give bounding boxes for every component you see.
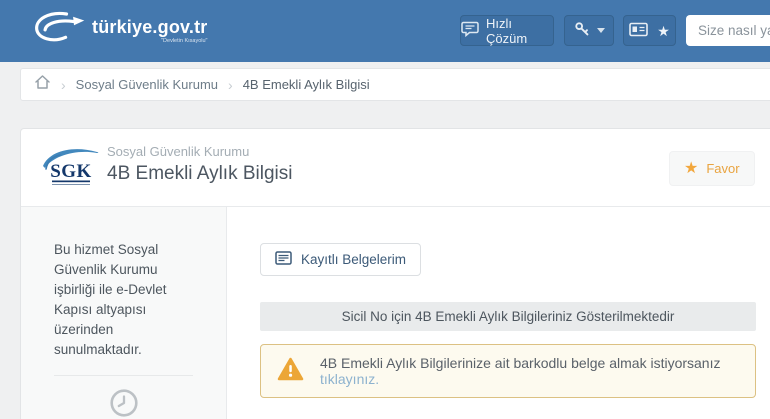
warning-banner: 4B Emekli Aylık Bilgilerinize ait barkod… <box>260 344 756 398</box>
document-list-icon <box>275 251 292 268</box>
service-sidebar: Bu hizmet Sosyal Güvenlik Kurumu işbirli… <box>21 207 227 419</box>
warning-triangle-icon <box>277 357 304 386</box>
chat-bubble-icon <box>461 21 479 40</box>
key-icon <box>574 21 590 40</box>
saved-documents-button[interactable]: Kayıtlı Belgelerim <box>260 243 421 276</box>
chevron-down-icon <box>597 28 605 33</box>
add-favorite-button[interactable]: ★ Favor <box>669 151 755 186</box>
turkiye-gov-logo[interactable]: türkiye.gov.tr "Devletin Kısayolu" <box>32 9 208 52</box>
favorites-star-icon[interactable]: ★ <box>657 24 670 38</box>
account-icons-group: ★ <box>623 15 676 46</box>
sidebar-divider <box>54 375 193 376</box>
star-icon: ★ <box>684 161 698 177</box>
service-info-text: Bu hizmet Sosyal Güvenlik Kurumu işbirli… <box>54 240 193 360</box>
service-card: SGK Sosyal Güvenlik Kurumu 4B Emekli Ayl… <box>20 128 770 419</box>
edevlet-swoosh-icon <box>32 9 88 52</box>
logo-title: türkiye.gov.tr <box>92 18 208 36</box>
quick-solution-label: Hızlı Çözüm <box>486 16 553 46</box>
warning-text: 4B Emekli Aylık Bilgilerinize ait barkod… <box>320 355 720 371</box>
warning-text-block: 4B Emekli Aylık Bilgilerinize ait barkod… <box>320 355 739 387</box>
logo-tagline: "Devletin Kısayolu" <box>161 38 207 44</box>
id-card-icon[interactable] <box>629 22 648 40</box>
home-icon[interactable] <box>34 74 51 95</box>
breadcrumb: › Sosyal Güvenlik Kurumu › 4B Emekli Ayl… <box>20 68 770 101</box>
page: türkiye.gov.tr "Devletin Kısayolu" Hızlı… <box>0 0 770 419</box>
service-content: Kayıtlı Belgelerim Sicil No için 4B Emek… <box>227 207 770 419</box>
sgk-logo: SGK <box>39 143 101 196</box>
saved-documents-label: Kayıtlı Belgelerim <box>301 252 406 267</box>
topbar: türkiye.gov.tr "Devletin Kısayolu" Hızlı… <box>0 0 770 62</box>
service-body: Bu hizmet Sosyal Güvenlik Kurumu işbirli… <box>21 207 770 419</box>
breadcrumb-item-institution[interactable]: Sosyal Güvenlik Kurumu <box>76 77 218 92</box>
favorite-label: Favor <box>706 161 739 176</box>
quick-solution-button[interactable]: Hızlı Çözüm <box>460 15 554 46</box>
status-bar: Sicil No için 4B Emekli Aylık Bilgilerin… <box>260 302 756 331</box>
breadcrumb-separator-icon: › <box>228 77 233 93</box>
login-dropdown-button[interactable] <box>564 15 614 46</box>
service-header: SGK Sosyal Güvenlik Kurumu 4B Emekli Ayl… <box>21 129 770 207</box>
page-title: 4B Emekli Aylık Bilgisi <box>107 163 293 185</box>
breadcrumb-separator-icon: › <box>61 77 66 93</box>
institution-name: Sosyal Güvenlik Kurumu <box>107 144 293 159</box>
warning-link[interactable]: tıklayınız. <box>320 371 379 387</box>
service-title-block: Sosyal Güvenlik Kurumu 4B Emekli Aylık B… <box>107 144 293 185</box>
sgk-logo-text: SGK <box>50 161 92 182</box>
search-input[interactable] <box>686 15 770 46</box>
logo-text-block: türkiye.gov.tr "Devletin Kısayolu" <box>92 18 208 44</box>
breadcrumb-item-current: 4B Emekli Aylık Bilgisi <box>243 77 370 92</box>
clock-icon <box>54 388 193 419</box>
